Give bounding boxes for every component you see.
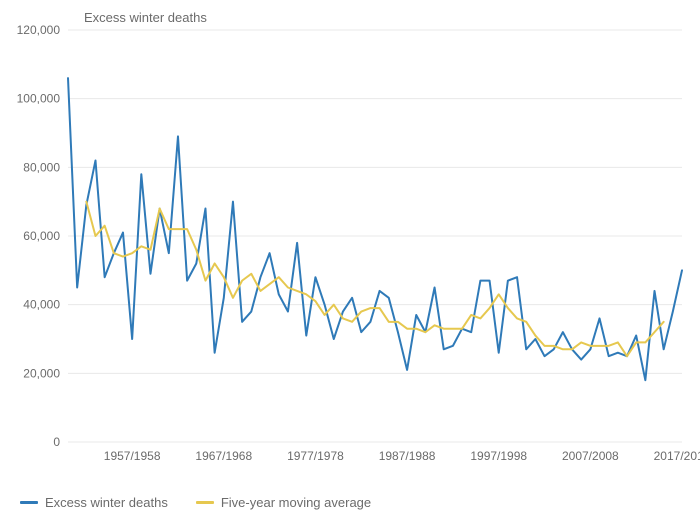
svg-text:1987/1988: 1987/1988 [379,449,436,463]
svg-text:1967/1968: 1967/1968 [195,449,252,463]
legend-item-series2: Five-year moving average [196,495,371,510]
svg-text:100,000: 100,000 [17,92,61,106]
legend-swatch-series2 [196,501,214,504]
svg-text:120,000: 120,000 [17,23,61,37]
svg-text:0: 0 [53,435,60,449]
legend-item-series1: Excess winter deaths [20,495,168,510]
svg-text:80,000: 80,000 [23,160,60,174]
series-line-1 [68,78,682,380]
svg-text:2007/2008: 2007/2008 [562,449,619,463]
legend-label-series1: Excess winter deaths [45,495,168,510]
series-line-2 [86,202,663,356]
svg-text:20,000: 20,000 [23,366,60,380]
legend-label-series2: Five-year moving average [221,495,371,510]
svg-text:40,000: 40,000 [23,298,60,312]
legend: Excess winter deaths Five-year moving av… [20,495,371,510]
svg-text:60,000: 60,000 [23,229,60,243]
line-chart: 0 20,000 40,000 60,000 80,000 100,000 120,000 E… [0,0,700,522]
chart-title: Excess winter deaths [84,10,207,25]
svg-text:2017/2018: 2017/2018 [654,449,700,463]
svg-text:1997/1998: 1997/1998 [470,449,527,463]
svg-text:1977/1978: 1977/1978 [287,449,344,463]
svg-text:1957/1958: 1957/1958 [104,449,161,463]
legend-swatch-series1 [20,501,38,504]
chart-container: 0 20,000 40,000 60,000 80,000 100,000 120,000 E… [0,0,700,522]
